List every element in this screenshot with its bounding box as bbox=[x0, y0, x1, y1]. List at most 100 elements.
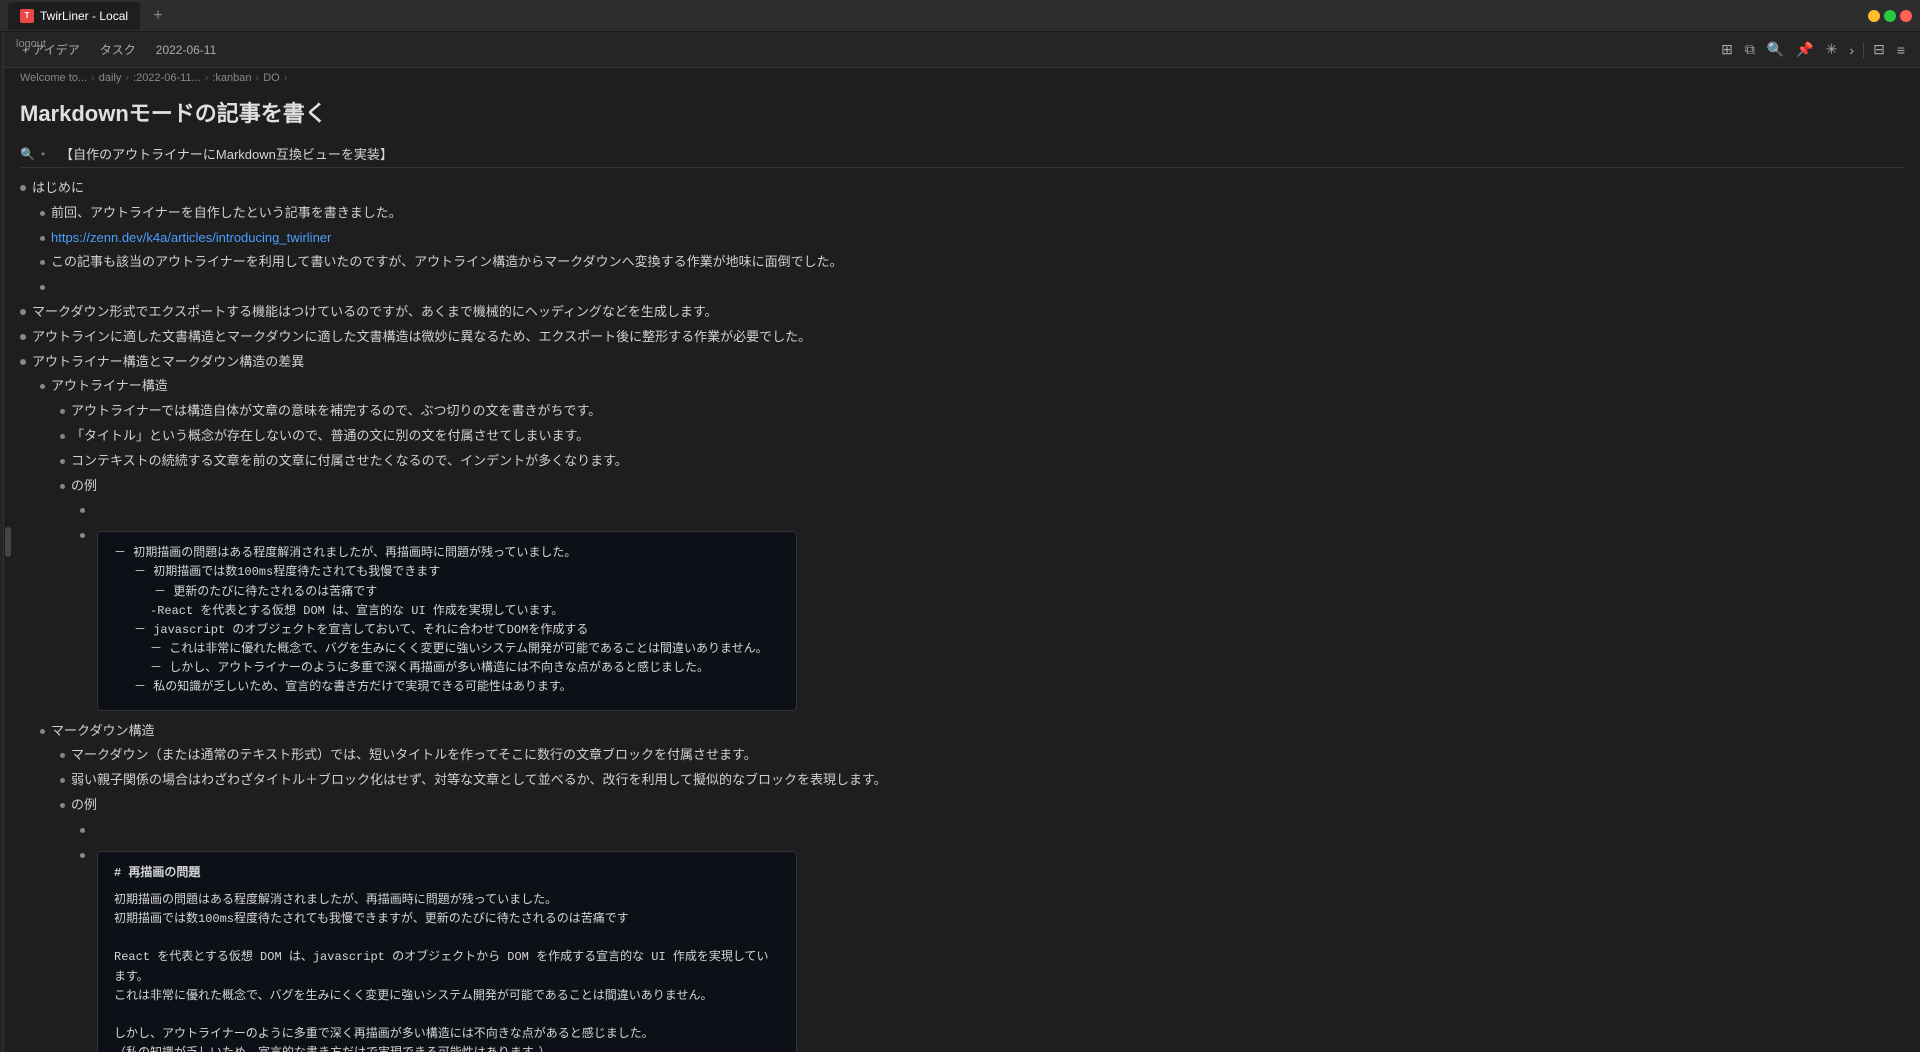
breadcrumb-item-1[interactable]: Welcome to... bbox=[20, 72, 87, 84]
task-button[interactable]: タスク bbox=[94, 39, 142, 60]
maximize-button[interactable] bbox=[1884, 10, 1896, 22]
bullet-dot bbox=[60, 409, 65, 414]
list-item: はじめに bbox=[20, 176, 1904, 201]
bullet-dot bbox=[60, 753, 65, 758]
code-line: － 更新のたびに待たされるのは苦痛です bbox=[114, 583, 780, 602]
code-line: （私の知識が乏しいため、宣言的な書き方だけで実現できる可能性はあります。） bbox=[114, 1044, 780, 1052]
tab-label: TwirLiner - Local bbox=[40, 9, 128, 23]
new-tab-button[interactable]: + bbox=[146, 4, 170, 28]
bullet-dot bbox=[20, 185, 26, 191]
bullet-dot bbox=[60, 484, 65, 489]
active-tab[interactable]: T TwirLiner - Local bbox=[8, 2, 140, 30]
bullet-dot bbox=[60, 778, 65, 783]
code-line: 初期描画では数100ms程度待たされても我慢できますが、更新のたびに待たされるの… bbox=[114, 910, 780, 929]
minimize-button[interactable] bbox=[1868, 10, 1880, 22]
bullet-dot bbox=[40, 729, 45, 734]
list-item: マークダウン構造 bbox=[40, 719, 1904, 744]
list-item-empty bbox=[80, 818, 1904, 843]
code-heading: # 再描画の問題 bbox=[114, 864, 780, 883]
code-empty bbox=[114, 929, 780, 948]
sidebar bbox=[0, 32, 4, 1052]
code-line: － 初期描画では数100ms程度待たされても我慢できます bbox=[114, 563, 780, 582]
code-line: － javascript のオブジェクトを宣言しておいて、それに合わせてDOMを… bbox=[114, 621, 780, 640]
item-text bbox=[91, 820, 1904, 841]
item-text[interactable]: コンテキストの続続する文章を前の文章に付属させたくなるので、インデントが多くなり… bbox=[71, 451, 1904, 472]
bullet-dot bbox=[40, 236, 45, 241]
list-item: マークダウン（または通常のテキスト形式）では、短いタイトルを作ってそこに数行の文… bbox=[60, 743, 1904, 768]
close-button[interactable] bbox=[1900, 10, 1912, 22]
toolbar-right: ⊞ ⧉ 🔍 📌 ✳ › ⊟ ≡ bbox=[1718, 38, 1908, 61]
tab-icon: T bbox=[20, 9, 34, 23]
list-item: アウトラインに適した文書構造とマークダウンに適した文書構造は微妙に異なるため、エ… bbox=[20, 325, 1904, 350]
item-text[interactable]: アウトラインに適した文書構造とマークダウンに適した文書構造は微妙に異なるため、エ… bbox=[32, 327, 1904, 348]
bullet-dot bbox=[40, 260, 45, 265]
star-icon-button[interactable]: ✳ bbox=[1823, 38, 1841, 61]
bullet-marker: • bbox=[41, 147, 45, 161]
code-line: -React を代表とする仮想 DOM は、宣言的な UI 作成を実現しています… bbox=[114, 602, 780, 621]
search-icon-button[interactable]: 🔍 bbox=[1764, 38, 1787, 61]
bullet-dot bbox=[40, 384, 45, 389]
item-text[interactable]: マークダウン構造 bbox=[51, 721, 1904, 742]
search-value[interactable]: 【自作のアウトライナーにMarkdown互換ビューを実装】 bbox=[60, 144, 393, 163]
breadcrumb-item-2[interactable]: daily bbox=[99, 72, 122, 84]
breadcrumb: Welcome to... › daily › :2022-06-11... ›… bbox=[4, 68, 1920, 88]
list-item: アウトライナーでは構造自体が文章の意味を補完するので、ぶつ切りの文を書きがちです… bbox=[60, 399, 1904, 424]
bullet-dot bbox=[60, 434, 65, 439]
split-icon-button[interactable]: ⊟ bbox=[1870, 38, 1888, 61]
bullet-dot bbox=[40, 285, 45, 290]
list-item: 弱い親子関係の場合はわざわざタイトル＋ブロック化はせず、対等な文章として並べるか… bbox=[60, 768, 1904, 793]
item-text[interactable]: アウトライナー構造とマークダウン構造の差異 bbox=[32, 352, 1904, 373]
item-text[interactable]: 前回、アウトライナーを自作したという記事を書きました。 bbox=[51, 203, 1904, 224]
grid-icon-button[interactable]: ⊞ bbox=[1718, 38, 1736, 61]
bullet-dot bbox=[60, 803, 65, 808]
item-link[interactable]: https://zenn.dev/k4a/articles/introducin… bbox=[51, 228, 1904, 249]
logout-button[interactable]: logout bbox=[4, 32, 58, 56]
pin-icon-button[interactable]: 📌 bbox=[1793, 38, 1816, 61]
list-item: マークダウン形式でエクスポートする機能はつけているのですが、あくまで機械的にヘッ… bbox=[20, 300, 1904, 325]
item-text[interactable]: 「タイトル」という概念が存在しないので、普通の文に別の文を付属させてしまいます。 bbox=[71, 426, 1904, 447]
item-text[interactable]: マークダウン（または通常のテキスト形式）では、短いタイトルを作ってそこに数行の文… bbox=[71, 745, 1904, 766]
bullet-dot bbox=[80, 853, 85, 858]
item-text[interactable]: アウトライナー構造 bbox=[51, 376, 1904, 397]
item-text bbox=[91, 500, 1904, 521]
item-text bbox=[51, 277, 1904, 298]
list-item: アウトライナー構造 bbox=[40, 374, 1904, 399]
date-button[interactable]: 2022-06-11 bbox=[150, 41, 223, 59]
item-text[interactable]: 弱い親子関係の場合はわざわざタイトル＋ブロック化はせず、対等な文章として並べるか… bbox=[71, 770, 1904, 791]
code-block-1: － 初期描画の問題はある程度解消されましたが、再描画時に問題が残っていました。 … bbox=[97, 531, 797, 711]
search-bar: 🔍 • 【自作のアウトライナーにMarkdown互換ビューを実装】 bbox=[20, 140, 1904, 168]
code-line: しかし、アウトライナーのように多重で深く再描画が多い構造には不向きな点があると感… bbox=[114, 1025, 780, 1044]
breadcrumb-item-4[interactable]: :kanban bbox=[212, 72, 251, 84]
bullet-dot bbox=[80, 508, 85, 513]
breadcrumb-item-3[interactable]: :2022-06-11... bbox=[133, 72, 201, 84]
content-list: はじめに 前回、アウトライナーを自作したという記事を書きました。 https:/… bbox=[20, 176, 1904, 1052]
code-empty bbox=[114, 1006, 780, 1025]
item-text[interactable]: の例 bbox=[71, 795, 1904, 816]
list-item: https://zenn.dev/k4a/articles/introducin… bbox=[40, 226, 1904, 251]
app-layout: logout + アイデア タスク 2022-06-11 ⊞ ⧉ 🔍 📌 ✳ ›… bbox=[0, 32, 1920, 1052]
item-text[interactable]: アウトライナーでは構造自体が文章の意味を補完するので、ぶつ切りの文を書きがちです… bbox=[71, 401, 1904, 422]
bullet-dot bbox=[20, 334, 26, 340]
breadcrumb-item-5[interactable]: DO bbox=[263, 72, 280, 84]
item-text[interactable]: はじめに bbox=[32, 178, 1904, 199]
chevron-icon-button[interactable]: › bbox=[1846, 39, 1857, 61]
main-content: logout + アイデア タスク 2022-06-11 ⊞ ⧉ 🔍 📌 ✳ ›… bbox=[4, 32, 1920, 1052]
item-text[interactable]: の例 bbox=[71, 476, 1904, 497]
code-line: 初期描画の問題はある程度解消されましたが、再描画時に問題が残っていました。 bbox=[114, 891, 780, 910]
code-line: － しかし、アウトライナーのように多重で深く再描画が多い構造には不向きな点がある… bbox=[114, 659, 780, 678]
layers-icon-button[interactable]: ⧉ bbox=[1742, 38, 1758, 61]
code-block-item-1: － 初期描画の問題はある程度解消されましたが、再描画時に問題が残っていました。 … bbox=[80, 523, 1904, 719]
article-link[interactable]: https://zenn.dev/k4a/articles/introducin… bbox=[51, 230, 331, 245]
title-bar: T TwirLiner - Local + bbox=[0, 0, 1920, 32]
item-text[interactable]: この記事も該当のアウトライナーを利用して書いたのですが、アウトライン構造からマー… bbox=[51, 252, 1904, 273]
code-line: － これは非常に優れた概念で、バグを生みにくく変更に強いシステム開発が可能である… bbox=[114, 640, 780, 659]
list-item: 「タイトル」という概念が存在しないので、普通の文に別の文を付属させてしまいます。 bbox=[60, 424, 1904, 449]
search-icon: 🔍 bbox=[20, 147, 35, 161]
bullet-dot bbox=[40, 211, 45, 216]
bullet-dot bbox=[80, 828, 85, 833]
item-text[interactable]: マークダウン形式でエクスポートする機能はつけているのですが、あくまで機械的にヘッ… bbox=[32, 302, 1904, 323]
list-item: アウトライナー構造とマークダウン構造の差異 bbox=[20, 350, 1904, 375]
sidebar-toggle[interactable] bbox=[5, 527, 11, 557]
list-item: 前回、アウトライナーを自作したという記事を書きました。 bbox=[40, 201, 1904, 226]
align-icon-button[interactable]: ≡ bbox=[1894, 39, 1908, 61]
